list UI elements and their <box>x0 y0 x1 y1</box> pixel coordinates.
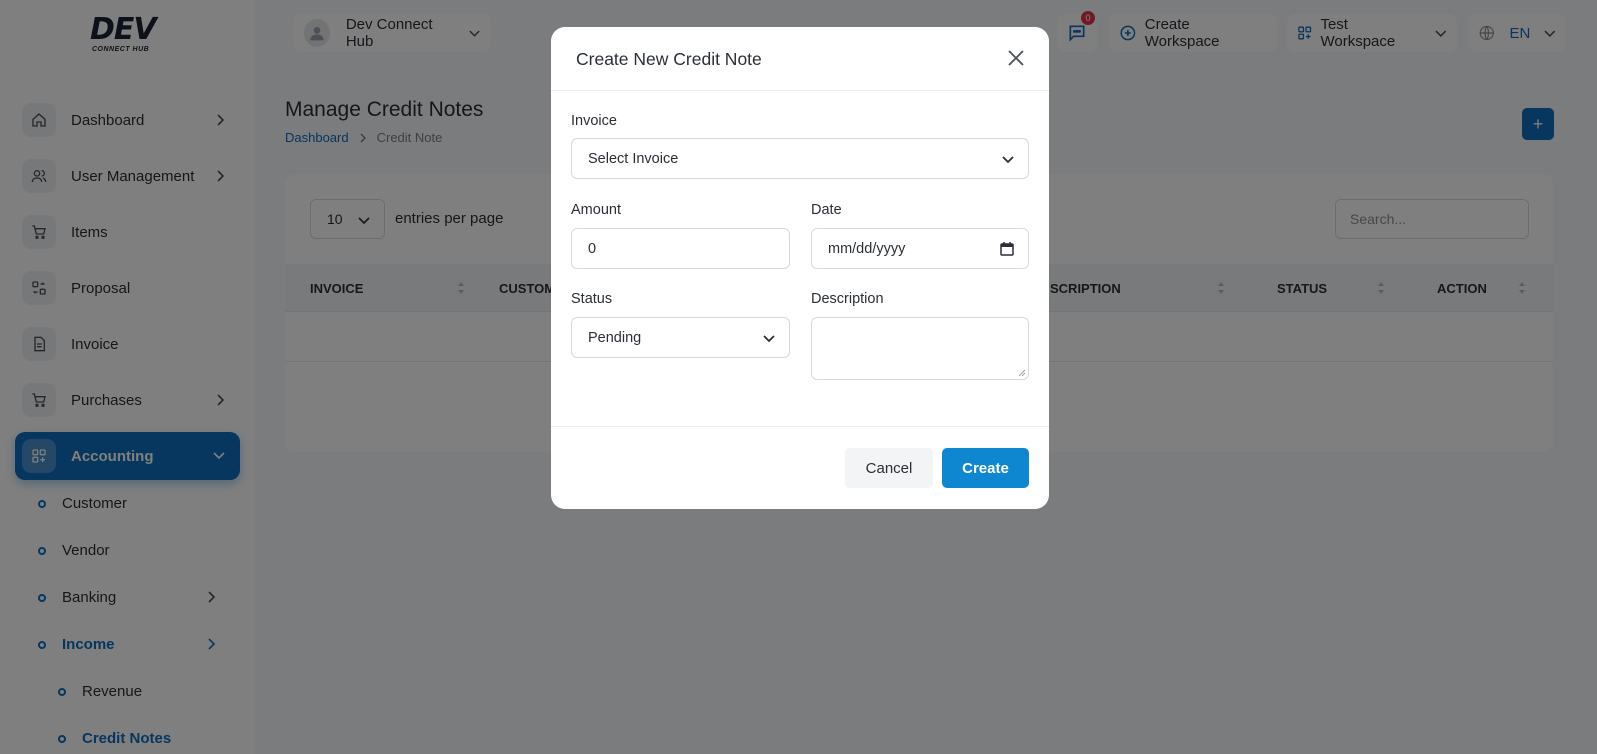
date-placeholder: mm/dd/yyyy <box>828 240 906 257</box>
status-select-value: Pending <box>588 329 642 346</box>
chevron-down-icon <box>1002 156 1014 164</box>
create-credit-note-modal: Create New Credit Note Invoice Select In… <box>551 27 1049 509</box>
amount-input[interactable]: 0 <box>571 228 790 269</box>
modal-footer: Cancel Create <box>551 426 1049 509</box>
status-label: Status <box>571 291 613 307</box>
date-input[interactable]: mm/dd/yyyy <box>811 228 1029 269</box>
invoice-select-value: Select Invoice <box>588 150 679 167</box>
description-textarea[interactable] <box>811 317 1029 380</box>
modal-header: Create New Credit Note <box>551 27 1049 91</box>
invoice-select[interactable]: Select Invoice <box>571 138 1029 179</box>
date-label: Date <box>811 202 842 218</box>
create-button[interactable]: Create <box>942 448 1029 488</box>
amount-value: 0 <box>588 240 597 257</box>
resize-handle-icon[interactable] <box>1017 368 1026 377</box>
chevron-down-icon <box>763 335 775 343</box>
amount-label: Amount <box>571 202 621 218</box>
invoice-label: Invoice <box>571 113 617 129</box>
close-icon[interactable] <box>1005 47 1027 69</box>
calendar-icon[interactable] <box>1000 242 1014 256</box>
description-label: Description <box>811 291 884 307</box>
status-select[interactable]: Pending <box>571 317 790 358</box>
modal-title: Create New Credit Note <box>576 49 762 69</box>
cancel-button[interactable]: Cancel <box>845 448 933 488</box>
